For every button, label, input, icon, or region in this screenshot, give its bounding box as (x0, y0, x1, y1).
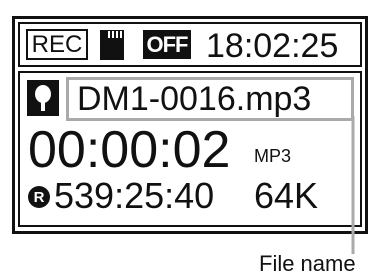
bit-rate: 64K (254, 175, 319, 216)
file-name-highlight: DM1-0016.mp3 (66, 77, 354, 121)
rec-indicator: REC (26, 29, 88, 60)
off-indicator: OFF (143, 30, 191, 59)
status-bar: REC OFF 18:02:25 (18, 22, 362, 67)
remaining-time: 539:25:40 (54, 175, 215, 216)
sd-card-icon (100, 30, 124, 60)
file-name: DM1-0016.mp3 (77, 80, 312, 118)
callout-file-name-label: File name (259, 251, 356, 276)
file-format: MP3 (254, 146, 292, 166)
recording-panel: DM1-0016.mp3 00:00:02 MP3 R 539:25:40 64… (18, 71, 362, 227)
clock-time: 18:02:25 (206, 27, 339, 65)
microphone-icon (27, 80, 59, 116)
remaining-r-icon: R (28, 186, 50, 208)
elapsed-time: 00:00:02 (28, 121, 231, 179)
lcd-display: REC OFF 18:02:25 DM1-0016.mp3 00:00:02 M… (12, 16, 368, 234)
remaining-icon-letter: R (34, 189, 45, 206)
